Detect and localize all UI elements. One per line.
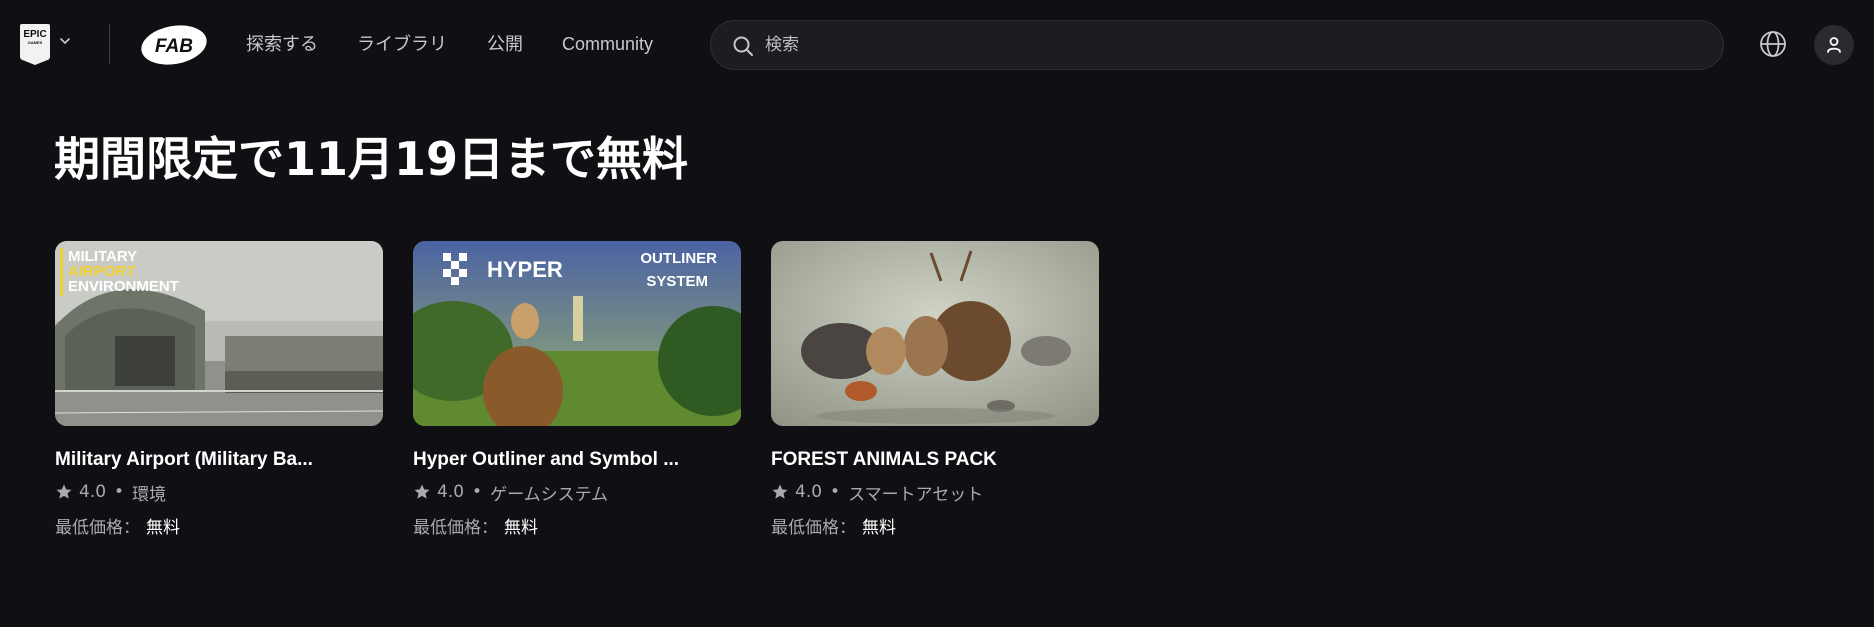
top-navigation-bar: EPIC GAMES FAB 探索する ライブラリ 公開 Community [0,0,1874,88]
star-icon [772,484,788,499]
rating-value: 4.0 [79,482,107,502]
price-label: 最低価格： [55,518,140,538]
product-meta: 4.0 • ゲームシステム [413,481,609,505]
price-value: 無料 [862,518,896,538]
product-category: 環境 [132,484,167,505]
product-thumbnail[interactable] [771,241,1099,426]
price-label: 最低価格： [771,518,856,538]
price-value: 無料 [146,518,180,538]
product-thumbnail[interactable]: MILITARY AIRPORT ENVIRONMENT [55,241,383,426]
user-icon [1827,37,1841,53]
product-price: 最低価格： 無料 [413,513,538,538]
product-category: ゲームシステム [490,484,609,505]
search-bar[interactable] [710,20,1724,70]
chevron-down-icon[interactable] [58,34,72,48]
product-price: 最低価格： 無料 [771,513,896,538]
nav-community[interactable]: Community [562,32,653,56]
thumb-text-hyper: HYPER [487,257,563,282]
meta-separator: • [114,482,125,502]
star-icon [56,484,72,499]
product-card[interactable]: FOREST ANIMALS PACK 4.0 • スマートアセット 最低価格：… [771,241,1099,538]
thumb-text-system: SYSTEM [646,273,708,290]
price-label: 最低価格： [413,518,498,538]
search-icon [733,36,753,56]
fab-logo-text: FAB [155,36,193,57]
product-card[interactable]: HYPER OUTLINER SYSTEM Hyper Outliner and… [413,241,741,538]
product-category: スマートアセット [848,484,984,505]
product-price: 最低価格： 無料 [55,513,180,538]
rating-value: 4.0 [795,482,823,502]
epic-games-logo[interactable]: EPIC GAMES [20,24,50,65]
header-divider [109,24,110,64]
account-button[interactable] [1814,25,1854,65]
product-title[interactable]: FOREST ANIMALS PACK [771,448,1099,472]
thumb-text-environment: ENVIRONMENT [68,278,179,295]
search-input[interactable] [765,33,1665,57]
nav-library[interactable]: ライブラリ [357,32,447,56]
nav-publish[interactable]: 公開 [487,32,523,56]
price-value: 無料 [504,518,538,538]
nav-explore[interactable]: 探索する [246,32,318,56]
product-title[interactable]: Military Airport (Military Ba... [55,448,383,472]
thumb-text-outliner: OUTLINER [640,250,717,267]
page-title: 期間限定で11月19日まで無料 [54,132,689,186]
fab-logo[interactable]: FAB [141,24,207,66]
globe-icon[interactable] [1758,29,1788,59]
product-meta: 4.0 • 環境 [55,481,167,505]
meta-separator: • [472,482,483,502]
epic-logo-subtext: GAMES [27,40,43,45]
epic-logo-text: EPIC [23,29,47,40]
product-card[interactable]: MILITARY AIRPORT ENVIRONMENT Military Ai… [55,241,383,538]
product-meta: 4.0 • スマートアセット [771,481,984,505]
meta-separator: • [830,482,841,502]
product-title[interactable]: Hyper Outliner and Symbol ... [413,448,741,472]
product-thumbnail[interactable]: HYPER OUTLINER SYSTEM [413,241,741,426]
star-icon [414,484,430,499]
rating-value: 4.0 [437,482,465,502]
